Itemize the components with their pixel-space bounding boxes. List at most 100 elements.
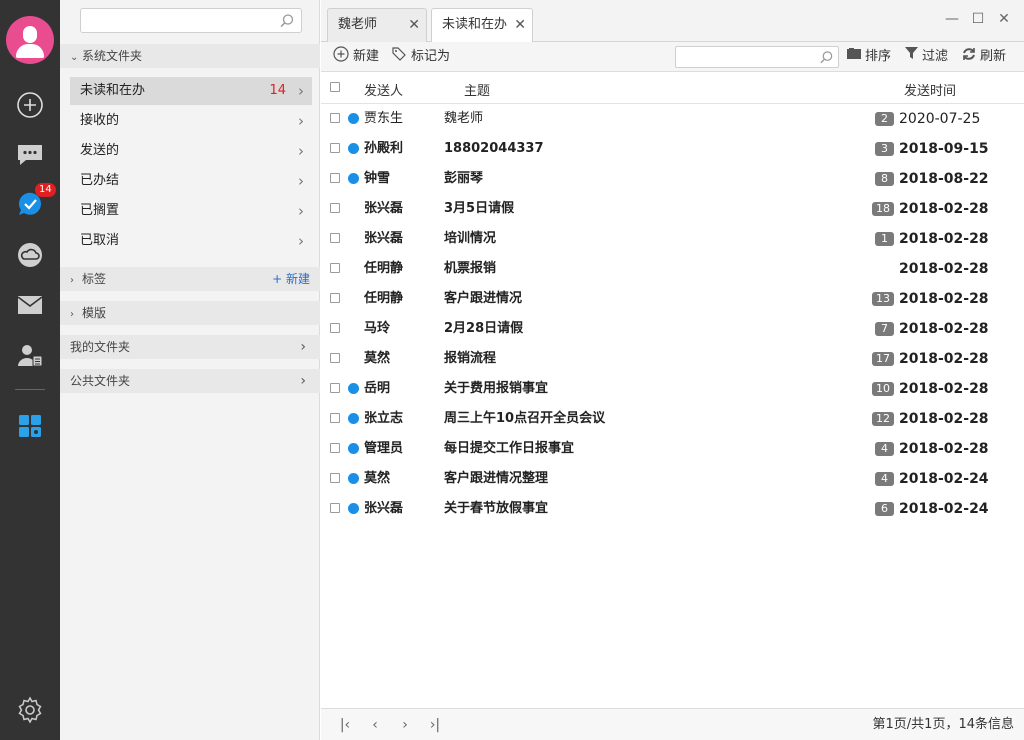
row-sender: 张兴磊 <box>364 201 404 216</box>
reply-count-badge: 3 <box>875 142 894 156</box>
folder-cancelled[interactable]: 已取消 › <box>70 227 312 255</box>
reply-count-badge: 2 <box>875 112 894 126</box>
row-sender: 岳明 <box>364 381 391 396</box>
chevron-right-icon: › <box>298 82 304 100</box>
unread-dot-icon <box>348 143 359 154</box>
next-page-icon[interactable]: › <box>397 716 413 734</box>
mark-as-button[interactable]: 标记为 <box>391 46 450 67</box>
sort-button[interactable]: 排序 <box>847 47 891 67</box>
table-row[interactable]: 任明静 机票报销 2018-02-28 <box>321 254 1024 284</box>
row-checkbox[interactable] <box>330 503 340 513</box>
row-date: 2018-02-28 <box>899 321 989 337</box>
mail-icon[interactable] <box>15 290 45 320</box>
table-row[interactable]: 莫然 报销流程 17 2018-02-28 <box>321 344 1024 374</box>
last-page-icon[interactable]: ›| <box>427 716 443 734</box>
table-row[interactable]: 岳明 关于费用报销事宜 10 2018-02-28 <box>321 374 1024 404</box>
table-row[interactable]: 莫然 客户跟进情况整理 4 2018-02-24 <box>321 464 1024 494</box>
table-row[interactable]: 张立志 周三上午10点召开全员会议 12 2018-02-28 <box>321 404 1024 434</box>
folder-completed[interactable]: 已办结 › <box>70 167 312 195</box>
new-button[interactable]: 新建 <box>333 45 379 69</box>
row-checkbox[interactable] <box>330 353 340 363</box>
table-row[interactable]: 钟雪 彭丽琴 8 2018-08-22 <box>321 164 1024 194</box>
add-circle-icon <box>333 45 349 69</box>
avatar[interactable] <box>6 16 54 64</box>
row-checkbox[interactable] <box>330 383 340 393</box>
search-icon[interactable] <box>819 50 834 69</box>
column-subject[interactable]: 主题 <box>464 80 490 99</box>
add-icon[interactable] <box>15 90 45 120</box>
select-all-checkbox[interactable] <box>330 82 340 92</box>
my-folders-header[interactable]: 我的文件夹 › <box>60 335 320 359</box>
system-folders-header[interactable]: ⌄ 系统文件夹 <box>60 44 320 68</box>
table-row[interactable]: 马玲 2月28日请假 7 2018-02-28 <box>321 314 1024 344</box>
pagination-bar: |‹ ‹ › ›| 第1页/共1页，14条信息 <box>321 708 1024 740</box>
chevron-down-icon: ⌄ <box>70 52 79 63</box>
row-checkbox[interactable] <box>330 413 340 423</box>
search-icon[interactable] <box>279 13 295 33</box>
avatar-head <box>23 26 37 43</box>
row-subject: 关于春节放假事宜 <box>444 501 549 516</box>
folder-on-hold[interactable]: 已搁置 › <box>70 197 312 225</box>
tab-unread-pending[interactable]: 未读和在办 ✕ <box>431 8 533 43</box>
folder-sent[interactable]: 发送的 › <box>70 137 312 165</box>
minimize-icon[interactable]: — <box>943 10 961 28</box>
row-checkbox[interactable] <box>330 473 340 483</box>
new-tag-button[interactable]: + 新建 <box>272 267 310 291</box>
row-date: 2018-02-28 <box>899 351 989 367</box>
folder-received[interactable]: 接收的 › <box>70 107 312 135</box>
reply-count-badge: 8 <box>875 172 894 186</box>
tab-bar: 魏老师 ✕ 未读和在办 ✕ — ☐ ✕ <box>321 0 1024 43</box>
chevron-right-icon: › <box>298 172 304 190</box>
row-sender: 贾东生 <box>364 111 404 126</box>
templates-header[interactable]: › 模版 <box>60 301 320 325</box>
settings-icon[interactable] <box>15 695 45 725</box>
row-date: 2018-02-24 <box>899 471 989 487</box>
row-date: 2018-09-15 <box>899 141 989 157</box>
close-window-icon[interactable]: ✕ <box>995 10 1013 28</box>
column-sender[interactable]: 发送人 <box>364 80 403 99</box>
table-row[interactable]: 张兴磊 3月5日请假 18 2018-02-28 <box>321 194 1024 224</box>
public-folders-header[interactable]: 公共文件夹 › <box>60 369 320 393</box>
row-checkbox[interactable] <box>330 203 340 213</box>
table-row[interactable]: 贾东生 魏老师 2 2020-07-25 <box>321 104 1024 134</box>
apps-icon[interactable] <box>15 411 45 441</box>
contacts-icon[interactable] <box>15 340 45 370</box>
folder-label: 已搁置 <box>80 203 120 218</box>
cloud-icon[interactable] <box>15 240 45 270</box>
refresh-icon <box>962 47 976 68</box>
table-row[interactable]: 任明静 客户跟进情况 13 2018-02-28 <box>321 284 1024 314</box>
row-checkbox[interactable] <box>330 233 340 243</box>
column-send-time[interactable]: 发送时间 <box>904 80 956 99</box>
first-page-icon[interactable]: |‹ <box>337 716 353 734</box>
close-icon[interactable]: ✕ <box>408 9 420 41</box>
folder-unread-pending[interactable]: 未读和在办 14 › <box>70 77 312 105</box>
folder-label: 接收的 <box>80 113 120 128</box>
row-checkbox[interactable] <box>330 113 340 123</box>
row-checkbox[interactable] <box>330 293 340 303</box>
folder-search-input[interactable] <box>80 8 302 33</box>
row-checkbox[interactable] <box>330 263 340 273</box>
tab-teacher-wei[interactable]: 魏老师 ✕ <box>327 8 427 42</box>
table-row[interactable]: 孙殿利 18802044337 3 2018-09-15 <box>321 134 1024 164</box>
chat-icon[interactable] <box>15 140 45 170</box>
prev-page-icon[interactable]: ‹ <box>367 716 383 734</box>
refresh-button[interactable]: 刷新 <box>962 47 1006 67</box>
message-search-input[interactable] <box>675 46 839 68</box>
row-checkbox[interactable] <box>330 443 340 453</box>
row-date: 2018-02-28 <box>899 261 989 277</box>
maximize-icon[interactable]: ☐ <box>969 10 987 28</box>
row-checkbox[interactable] <box>330 173 340 183</box>
table-row[interactable]: 管理员 每日提交工作日报事宜 4 2018-02-28 <box>321 434 1024 464</box>
close-icon[interactable]: ✕ <box>514 9 526 41</box>
row-date: 2018-08-22 <box>899 171 989 187</box>
table-row[interactable]: 张兴磊 培训情况 1 2018-02-28 <box>321 224 1024 254</box>
tags-header[interactable]: › 标签 + 新建 <box>60 267 320 291</box>
filter-button[interactable]: 过滤 <box>905 47 948 67</box>
row-sender: 莫然 <box>364 351 391 366</box>
row-checkbox[interactable] <box>330 143 340 153</box>
rail-divider <box>15 389 45 390</box>
table-row[interactable]: 张兴磊 关于春节放假事宜 6 2018-02-24 <box>321 494 1024 524</box>
folder-label: 未读和在办 <box>80 83 146 98</box>
row-sender: 钟雪 <box>364 171 391 186</box>
row-checkbox[interactable] <box>330 323 340 333</box>
